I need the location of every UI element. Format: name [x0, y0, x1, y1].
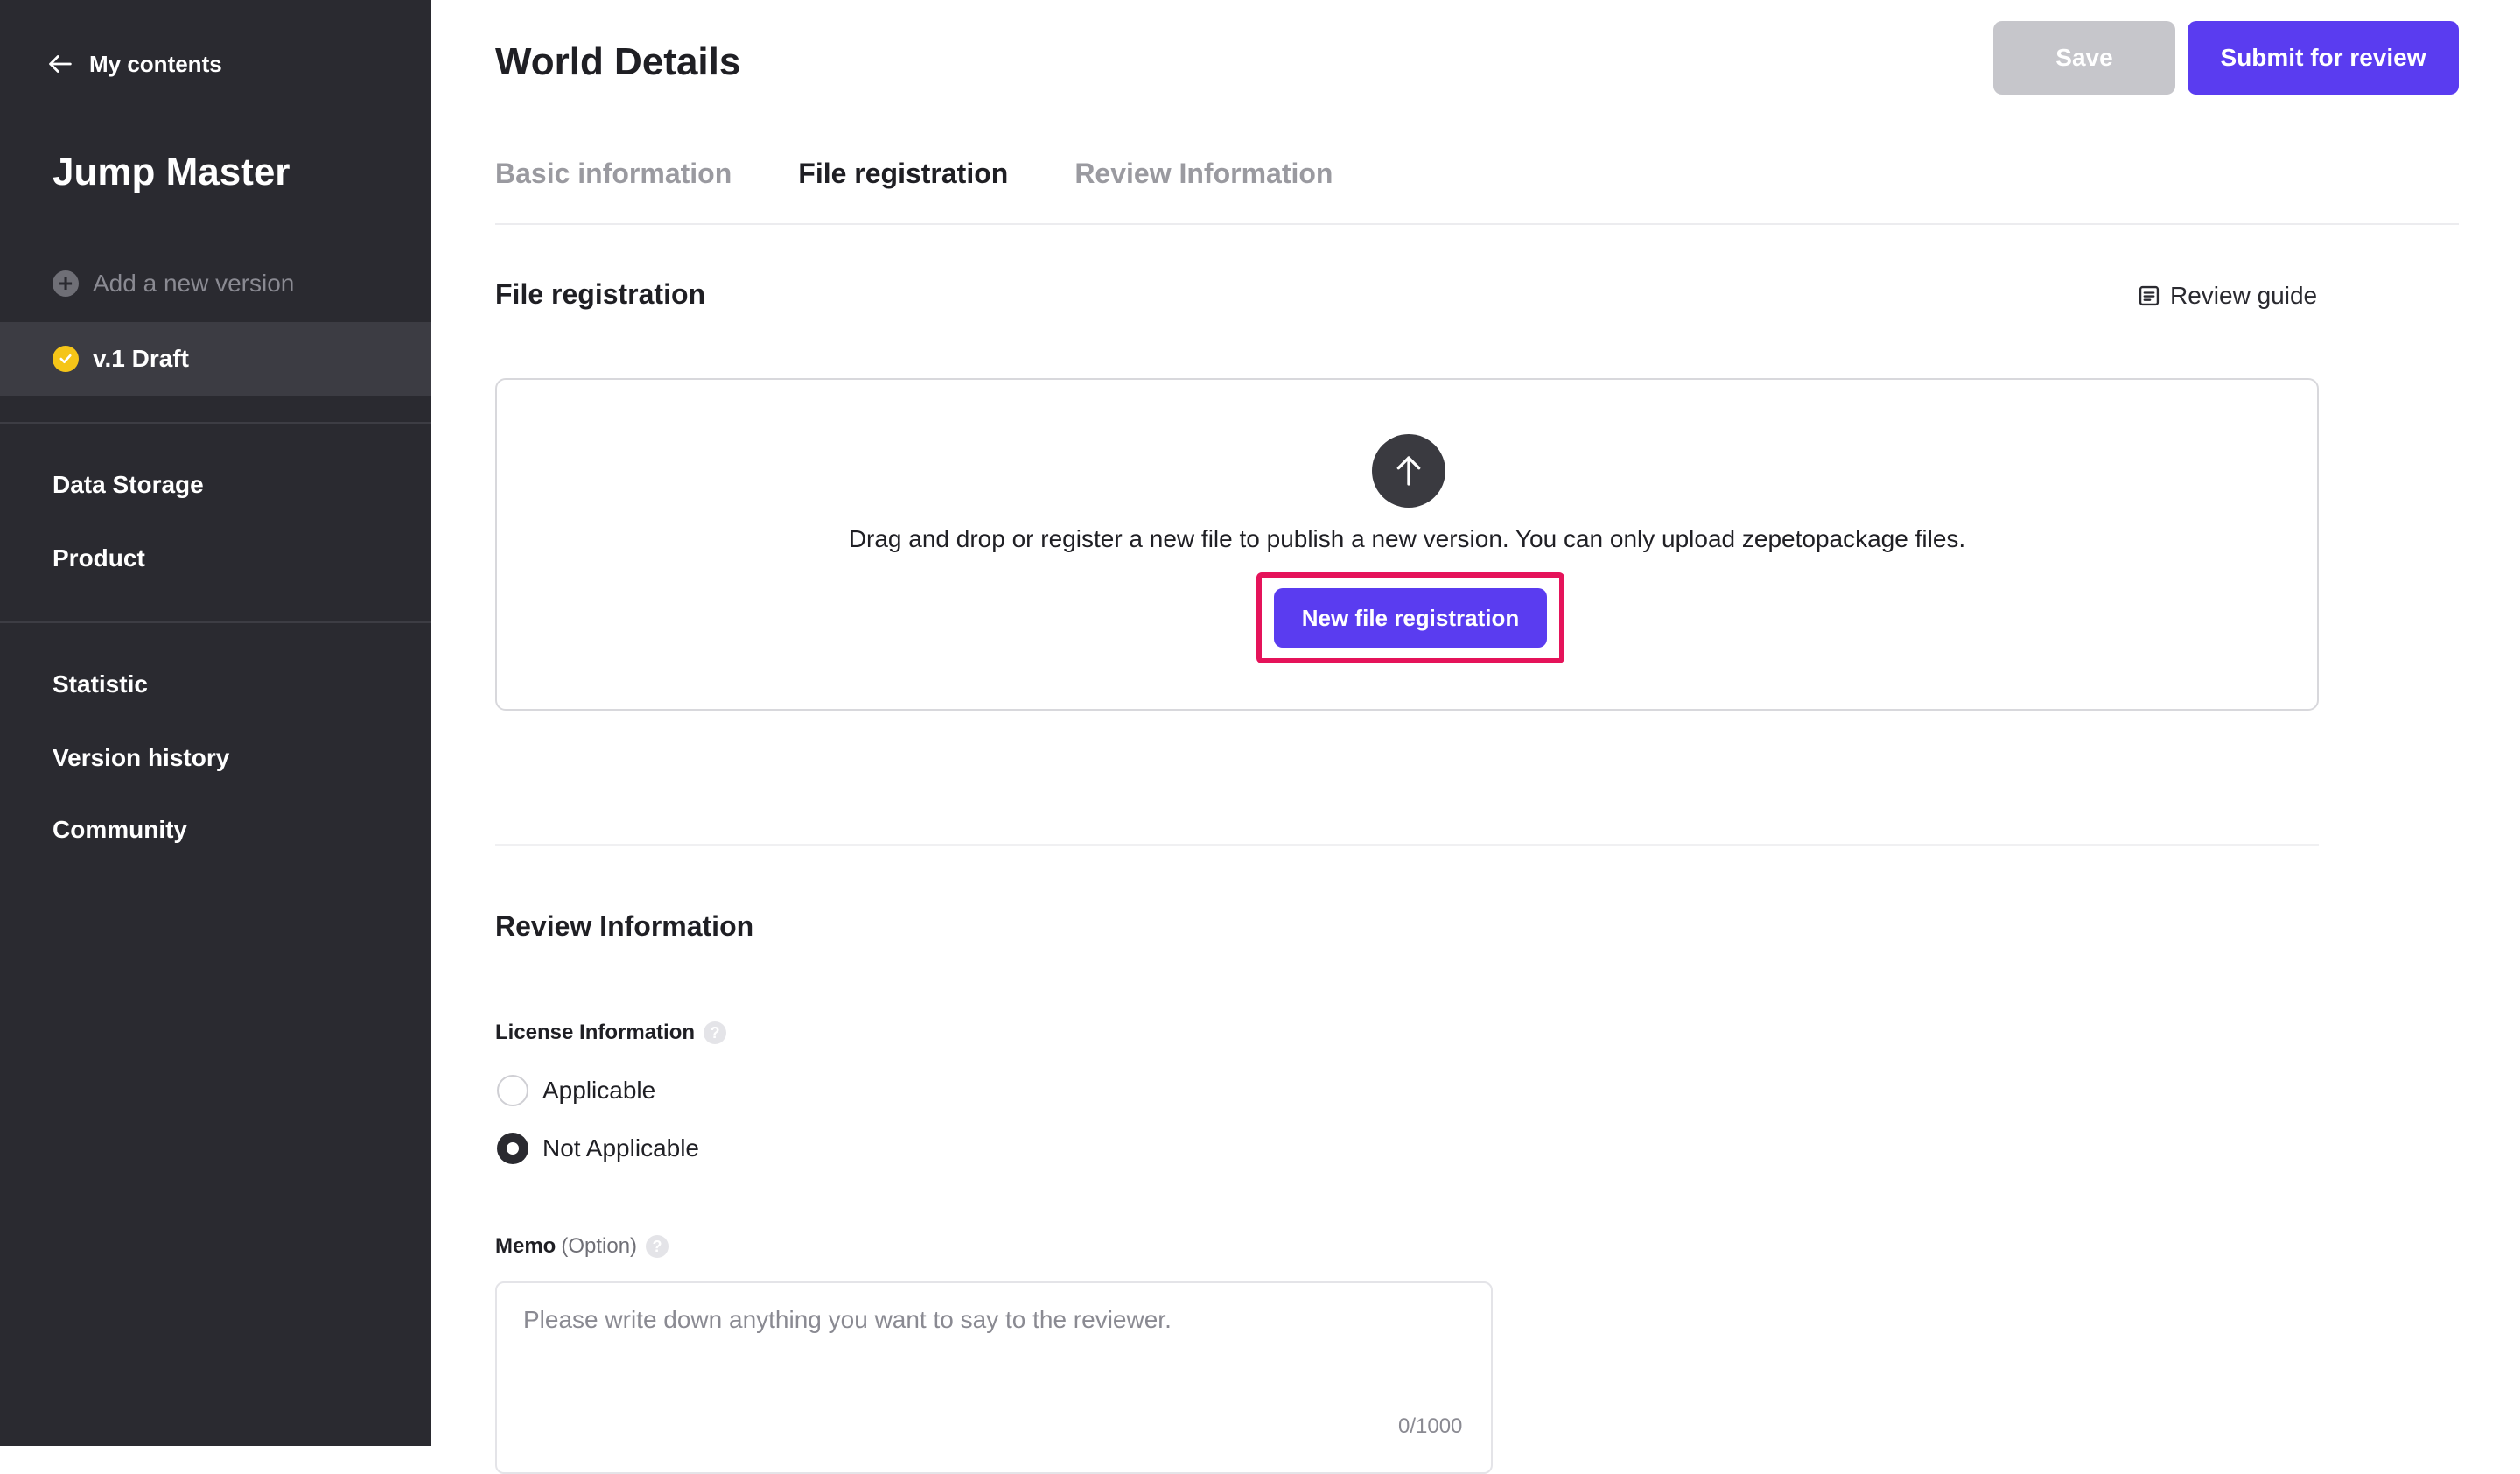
version-label: v.1 Draft — [93, 345, 189, 372]
back-link-label: My contents — [89, 50, 222, 77]
page-title: World Details — [495, 40, 741, 83]
add-new-version-button[interactable]: + Add a new version — [52, 270, 294, 298]
check-circle-icon — [52, 346, 79, 372]
radio-label: Not Applicable — [542, 1134, 700, 1162]
new-file-registration-button[interactable]: New file registration — [1274, 588, 1547, 648]
memo-option-label: (Option) — [561, 1234, 638, 1258]
section-divider — [495, 844, 2319, 846]
save-button[interactable]: Save — [1993, 21, 2175, 95]
drop-zone-instructions: Drag and drop or register a new file to … — [848, 525, 1966, 552]
back-to-my-contents-link[interactable]: My contents — [46, 49, 222, 79]
project-title: Jump Master — [52, 151, 290, 193]
radio-label: Applicable — [542, 1077, 656, 1104]
sidebar-item-version-draft[interactable]: v.1 Draft — [0, 322, 430, 396]
document-icon — [2138, 285, 2160, 306]
plus-circle-icon: + — [52, 270, 79, 297]
submit-for-review-button[interactable]: Submit for review — [2188, 21, 2459, 95]
memo-character-count: 0/1000 — [1398, 1414, 1463, 1438]
radio-checked[interactable] — [497, 1133, 528, 1164]
file-registration-title: File registration — [495, 278, 706, 310]
license-information-label: License Information ? — [495, 1021, 727, 1045]
review-guide-label: Review guide — [2170, 282, 2318, 309]
sidebar-item-data-storage[interactable]: Data Storage — [52, 471, 204, 499]
help-icon[interactable]: ? — [704, 1021, 727, 1044]
sidebar-divider — [0, 422, 430, 424]
sidebar-item-version-history[interactable]: Version history — [52, 744, 229, 772]
license-option-applicable[interactable]: Applicable — [497, 1075, 655, 1106]
memo-label-text: Memo — [495, 1234, 556, 1258]
file-drop-zone[interactable]: Drag and drop or register a new file to … — [495, 378, 2319, 711]
sidebar-divider — [0, 621, 430, 623]
tab-file-registration[interactable]: File registration — [798, 158, 1008, 190]
radio-unchecked[interactable] — [497, 1075, 528, 1106]
sidebar-item-statistic[interactable]: Statistic — [52, 670, 148, 698]
license-label-text: License Information — [495, 1021, 696, 1044]
memo-textarea[interactable] — [495, 1281, 1493, 1474]
add-version-label: Add a new version — [93, 270, 295, 297]
sidebar: My contents Jump Master + Add a new vers… — [0, 0, 430, 1446]
license-option-not-applicable[interactable]: Not Applicable — [497, 1133, 699, 1164]
sidebar-item-product[interactable]: Product — [52, 544, 145, 572]
arrow-left-icon — [49, 55, 72, 73]
review-information-title: Review Information — [495, 910, 754, 942]
help-icon[interactable]: ? — [646, 1235, 669, 1258]
tabs-divider — [495, 223, 2459, 225]
memo-label: Memo (Option) ? — [495, 1234, 669, 1259]
review-guide-link[interactable]: Review guide — [2137, 282, 2317, 310]
tab-review-information[interactable]: Review Information — [1074, 158, 1333, 190]
sidebar-item-community[interactable]: Community — [52, 816, 187, 844]
upload-arrow-icon — [1372, 434, 1446, 508]
main-content: World Details Save Submit for review Bas… — [430, 0, 2520, 1474]
tab-basic-information[interactable]: Basic information — [495, 158, 732, 190]
tab-bar: Basic information File registration Revi… — [495, 158, 1333, 190]
